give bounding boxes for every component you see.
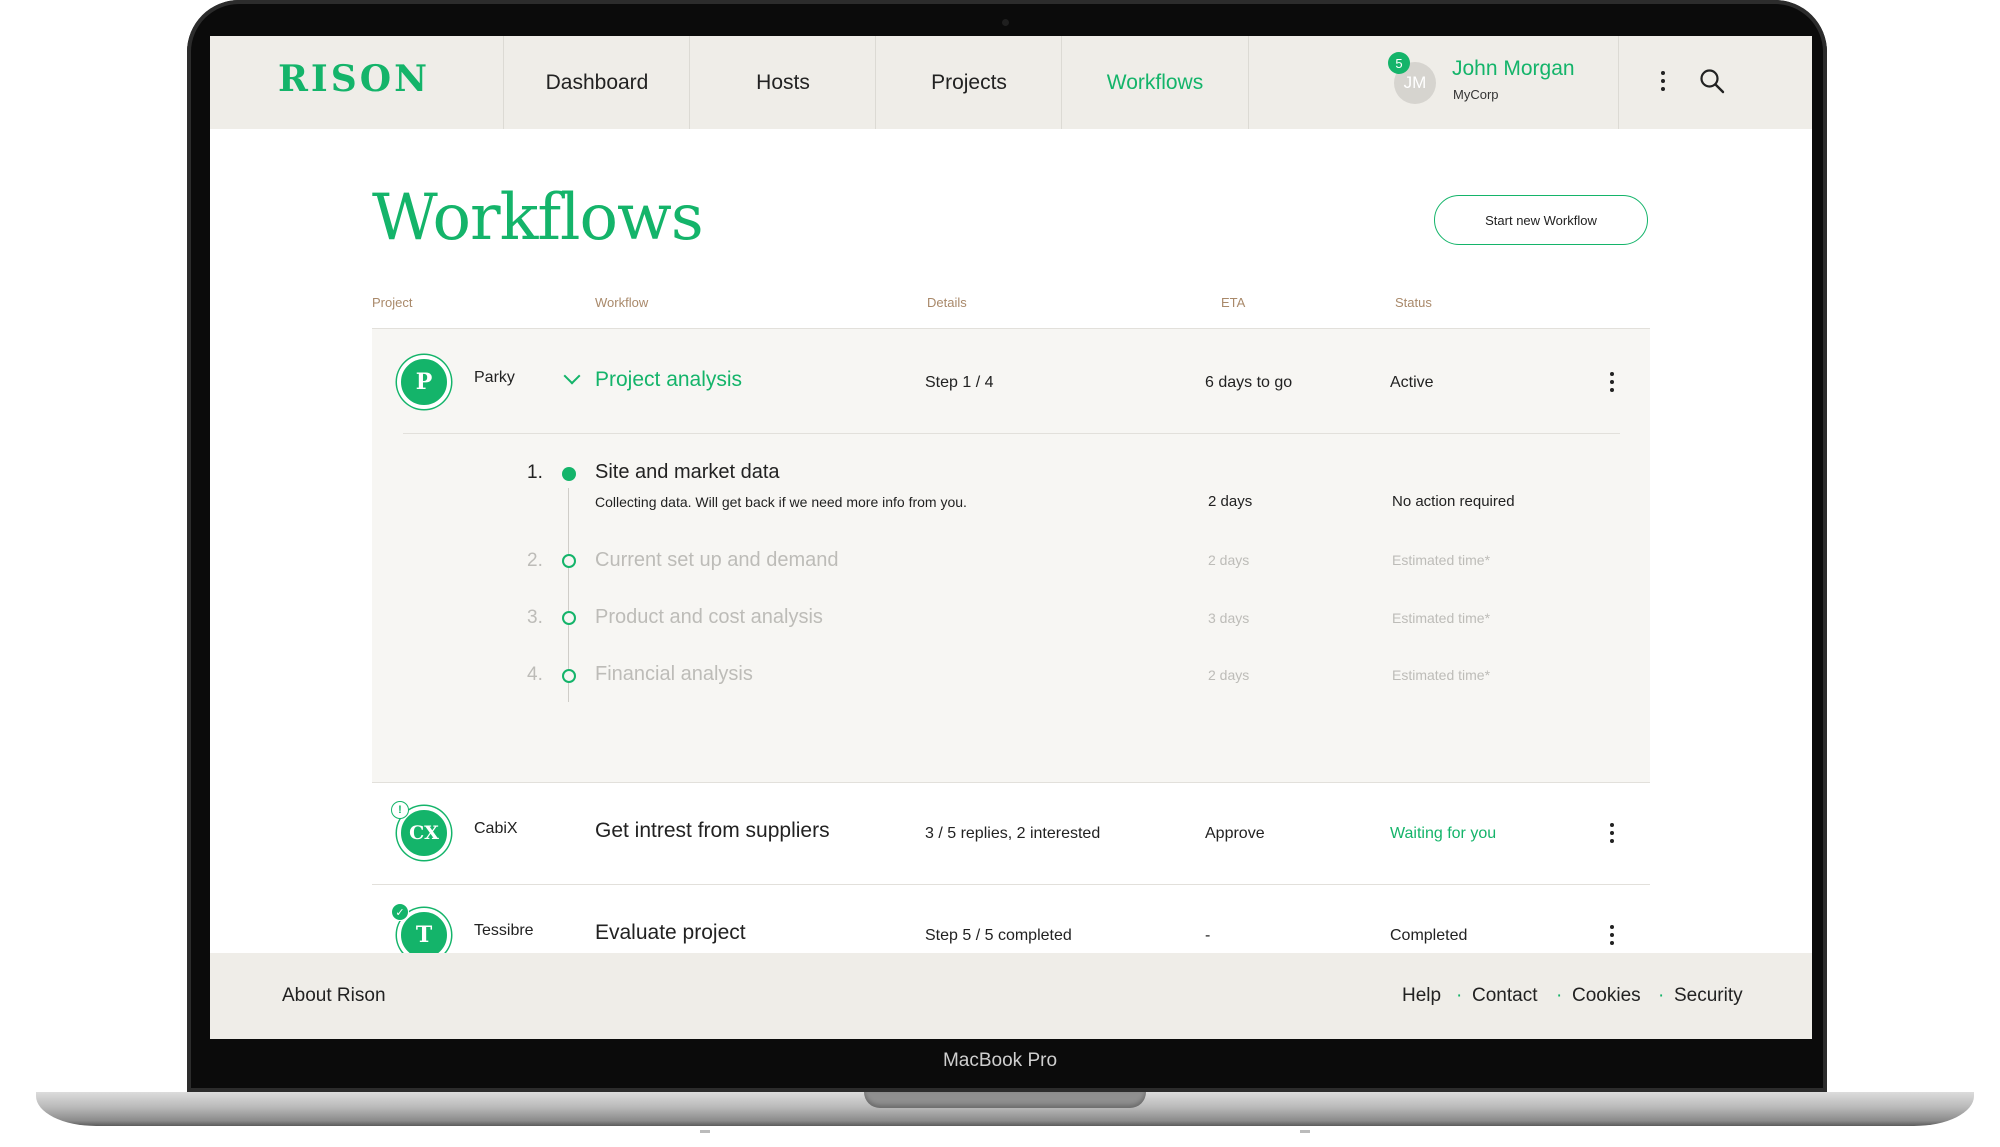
workflow-eta: 6 days to go	[1205, 374, 1293, 391]
nav-item-dashboard[interactable]: Dashboard	[503, 36, 690, 129]
device-model-label: MacBook Pro	[942, 1050, 1058, 1071]
row-divider	[372, 884, 1650, 885]
footer-link-security[interactable]: Security	[1674, 985, 1743, 1007]
step-number: 3.	[527, 607, 543, 628]
project-name: Parky	[474, 369, 515, 386]
workflow-details: Step 1 / 4	[925, 374, 994, 391]
start-new-workflow-button[interactable]: Start new Workflow	[1434, 195, 1648, 245]
workflow-status: Active	[1390, 374, 1434, 391]
step-title: Site and market data	[595, 461, 780, 483]
laptop-notch	[864, 1092, 1146, 1108]
step-number: 4.	[527, 664, 543, 685]
top-navigation-bar: RISON Dashboard Hosts Projects Workflows…	[210, 36, 1812, 129]
workflow-eta[interactable]: Approve	[1205, 825, 1265, 843]
row-options-icon[interactable]	[1609, 372, 1615, 392]
project-name: Tessibre	[474, 922, 534, 939]
footer-separator: ·	[1456, 985, 1463, 1006]
laptop-foot	[700, 1130, 710, 1133]
app-screen: RISON Dashboard Hosts Projects Workflows…	[210, 36, 1812, 1039]
laptop-foot	[1300, 1130, 1310, 1133]
workflow-name[interactable]: Get intrest from suppliers	[595, 819, 830, 843]
page-footer: About Rison Help · Contact · Cookies · S…	[210, 953, 1812, 1039]
column-header-eta: ETA	[1221, 295, 1246, 310]
row-options-icon[interactable]	[1609, 925, 1615, 945]
step-number: 1.	[527, 462, 543, 483]
column-header-workflow: Workflow	[595, 295, 649, 310]
rison-logo[interactable]: RISON	[278, 58, 430, 100]
workflow-eta: -	[1205, 927, 1211, 944]
step-description: Collecting data. Will get back if we nee…	[595, 494, 967, 510]
workflow-name[interactable]: Evaluate project	[595, 921, 746, 945]
step-eta: 2 days	[1208, 493, 1253, 510]
step-title: Current set up and demand	[595, 549, 839, 571]
user-company: MyCorp	[1453, 87, 1499, 102]
project-name: CabiX	[474, 820, 518, 837]
row-options-icon[interactable]	[1609, 823, 1615, 843]
row-divider	[372, 782, 1650, 783]
column-header-details: Details	[927, 295, 967, 310]
footer-link-help[interactable]: Help	[1402, 985, 1441, 1007]
header-divider	[1618, 36, 1619, 129]
step-eta: 2 days	[1208, 667, 1250, 683]
step-number: 2.	[527, 550, 543, 571]
page-title: Workflows	[372, 181, 704, 255]
footer-link-about[interactable]: About Rison	[282, 985, 386, 1007]
step-eta: 2 days	[1208, 552, 1250, 568]
nav-item-projects[interactable]: Projects	[875, 36, 1062, 129]
step-status: No action required	[1392, 493, 1515, 510]
workflow-status: Waiting for you	[1390, 825, 1497, 842]
workflow-details: Step 5 / 5 completed	[925, 927, 1072, 944]
footer-link-contact[interactable]: Contact	[1472, 985, 1537, 1007]
workflow-name[interactable]: Project analysis	[595, 368, 742, 392]
step-eta: 3 days	[1208, 610, 1250, 626]
footer-separator: ·	[1658, 985, 1665, 1006]
nav-item-hosts[interactable]: Hosts	[689, 36, 876, 129]
footer-link-cookies[interactable]: Cookies	[1572, 985, 1641, 1007]
completed-check-icon: ✓	[391, 903, 409, 921]
column-header-project: Project	[372, 295, 413, 310]
workflow-status: Completed	[1390, 927, 1468, 944]
step-pending-icon	[562, 554, 576, 568]
user-name[interactable]: John Morgan	[1452, 57, 1575, 81]
step-status: Estimated time*	[1392, 552, 1491, 568]
webcam	[1002, 19, 1009, 26]
row-inner-divider	[403, 433, 1620, 434]
step-status: Estimated time*	[1392, 610, 1491, 626]
footer-separator: ·	[1556, 985, 1563, 1006]
step-status: Estimated time*	[1392, 667, 1491, 683]
nav-item-workflows[interactable]: Workflows	[1061, 36, 1249, 129]
attention-icon: !	[391, 801, 409, 819]
step-title: Financial analysis	[595, 663, 753, 685]
workflow-details: 3 / 5 replies, 2 interested	[925, 825, 1101, 842]
project-avatar: P	[397, 355, 451, 409]
step-complete-icon	[562, 467, 576, 481]
more-options-icon[interactable]	[1660, 71, 1666, 91]
search-icon[interactable]	[1698, 67, 1726, 95]
step-pending-icon	[562, 669, 576, 683]
notification-badge[interactable]: 5	[1388, 52, 1410, 74]
column-header-status: Status	[1395, 295, 1432, 310]
step-pending-icon	[562, 611, 576, 625]
step-title: Product and cost analysis	[595, 606, 823, 628]
